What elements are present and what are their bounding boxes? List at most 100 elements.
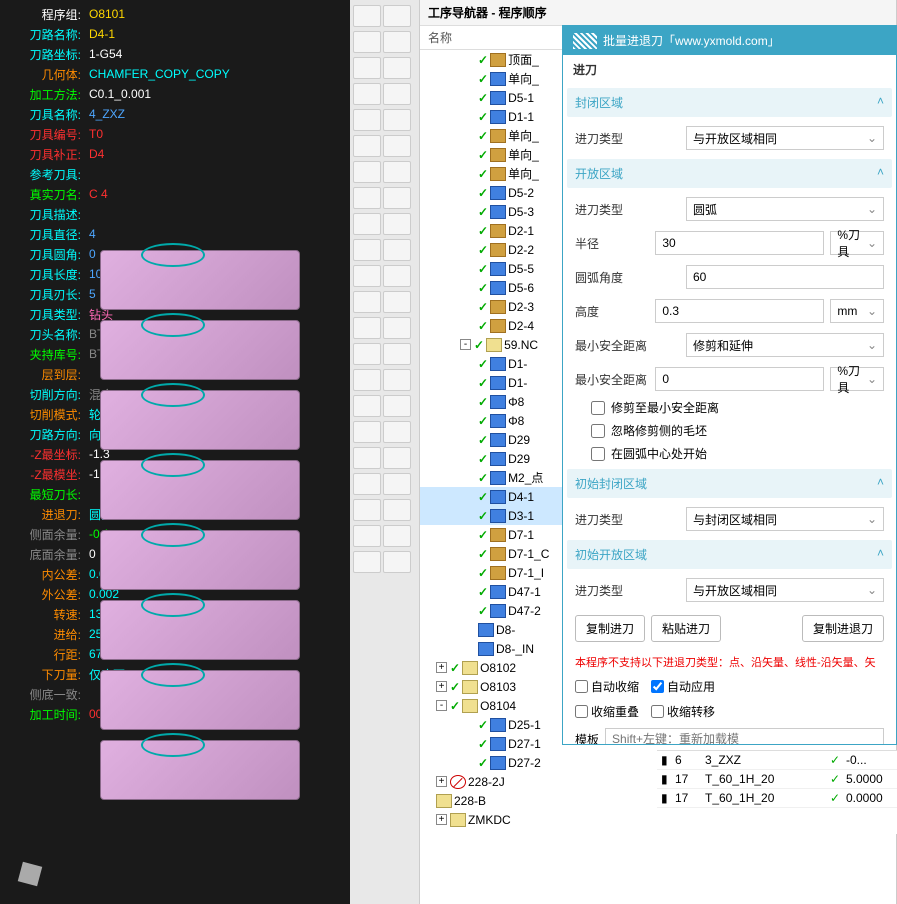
radius-input[interactable] xyxy=(655,231,824,255)
tool-button[interactable] xyxy=(383,213,411,235)
tool-button[interactable] xyxy=(353,187,381,209)
tool-button[interactable] xyxy=(353,525,381,547)
expand-icon[interactable]: + xyxy=(436,814,447,825)
check-icon: ✓ xyxy=(478,452,488,466)
init-open-select[interactable]: 与开放区域相同 xyxy=(686,578,884,602)
tool-button[interactable] xyxy=(383,447,411,469)
tool-button[interactable] xyxy=(383,369,411,391)
detail-row[interactable]: ▮63_ZXZ✓-0... xyxy=(657,751,897,770)
arc-angle-input[interactable] xyxy=(686,265,884,289)
detail-row[interactable]: ▮17T_60_1H_20✓5.0000 xyxy=(657,770,897,789)
tool-button[interactable] xyxy=(353,83,381,105)
expand-icon[interactable]: + xyxy=(436,662,447,673)
tool-button[interactable] xyxy=(353,109,381,131)
tool-button[interactable] xyxy=(383,525,411,547)
tool-button[interactable] xyxy=(383,31,411,53)
info-value: T0 xyxy=(89,127,103,141)
template-input[interactable] xyxy=(605,728,884,744)
tool-button[interactable] xyxy=(383,421,411,443)
tool-button[interactable] xyxy=(353,317,381,339)
copy-engage-button[interactable]: 复制进刀 xyxy=(575,615,645,642)
tool-button[interactable] xyxy=(383,317,411,339)
item-icon xyxy=(436,794,452,808)
check-icon: ✓ xyxy=(478,756,488,770)
tool-button[interactable] xyxy=(383,135,411,157)
init-closed-select[interactable]: 与封闭区域相同 xyxy=(686,507,884,531)
tool-button[interactable] xyxy=(353,473,381,495)
tool-button[interactable] xyxy=(383,5,411,27)
tree-item-label: D5-3 xyxy=(508,205,534,219)
tool-button[interactable] xyxy=(383,473,411,495)
expand-icon[interactable]: + xyxy=(436,681,447,692)
tool-button[interactable] xyxy=(383,551,411,573)
tool-button[interactable] xyxy=(353,291,381,313)
tree-item-label: D29 xyxy=(508,433,530,447)
expand-icon[interactable]: - xyxy=(460,339,471,350)
tool-button[interactable] xyxy=(353,213,381,235)
tree-item-label: 顶面_ xyxy=(508,51,539,68)
tool-button[interactable] xyxy=(353,135,381,157)
tool-button[interactable] xyxy=(353,161,381,183)
tool-button[interactable] xyxy=(383,239,411,261)
start-at-arc-center-checkbox[interactable] xyxy=(591,447,605,461)
tool-button[interactable] xyxy=(353,369,381,391)
tree-item-label: 单向_ xyxy=(508,165,539,182)
expand-icon[interactable]: + xyxy=(436,776,447,787)
open-type-select[interactable]: 圆弧 xyxy=(686,197,884,221)
tool-button[interactable] xyxy=(353,343,381,365)
shrink-transfer-checkbox[interactable] xyxy=(651,705,664,718)
section-closed-region[interactable]: 封闭区域˄ xyxy=(567,88,892,117)
tool-button[interactable] xyxy=(383,395,411,417)
tool-button[interactable] xyxy=(383,343,411,365)
height-input[interactable] xyxy=(655,299,824,323)
height-unit-select[interactable]: mm xyxy=(830,299,884,323)
tool-button[interactable] xyxy=(353,239,381,261)
check-icon: ✓ xyxy=(478,243,488,257)
tab-engage[interactable]: 进刀 xyxy=(571,55,888,84)
tool-button[interactable] xyxy=(353,31,381,53)
copy-engage-retract-button[interactable]: 复制进退刀 xyxy=(802,615,884,642)
tree-item-label: D47-2 xyxy=(508,604,541,618)
detail-row[interactable]: ▮17T_60_1H_20✓0.0000 xyxy=(657,789,897,808)
trim-min-safe-checkbox[interactable] xyxy=(591,401,605,415)
radius-unit-select[interactable]: %刀具 xyxy=(830,231,884,255)
tool-button[interactable] xyxy=(353,5,381,27)
tool-button[interactable] xyxy=(353,395,381,417)
tool-button[interactable] xyxy=(353,551,381,573)
ignore-trim-blank-checkbox[interactable] xyxy=(591,424,605,438)
section-initial-closed[interactable]: 初始封闭区域˄ xyxy=(567,469,892,498)
auto-apply-checkbox[interactable] xyxy=(651,680,664,693)
tool-button[interactable] xyxy=(353,265,381,287)
axis-gizmo-icon[interactable] xyxy=(10,834,70,894)
item-icon xyxy=(490,319,506,333)
tool-button[interactable] xyxy=(353,447,381,469)
tool-button[interactable] xyxy=(383,265,411,287)
tree-item-label: D7-1_C xyxy=(508,547,549,561)
tool-button[interactable] xyxy=(383,161,411,183)
tool-button[interactable] xyxy=(383,187,411,209)
min-safe-dist-input[interactable] xyxy=(655,367,824,391)
tool-button[interactable] xyxy=(383,83,411,105)
check-icon: ✓ xyxy=(478,281,488,295)
tool-button[interactable] xyxy=(383,57,411,79)
tool-button[interactable] xyxy=(353,499,381,521)
tool-button[interactable] xyxy=(383,109,411,131)
paste-engage-button[interactable]: 粘贴进刀 xyxy=(651,615,721,642)
tool-button[interactable] xyxy=(383,499,411,521)
min-safe-unit-select[interactable]: %刀具 xyxy=(830,367,884,391)
expand-icon[interactable]: - xyxy=(436,700,447,711)
3d-viewport[interactable] xyxy=(100,250,350,890)
info-value: C0.1_0.001 xyxy=(89,87,151,101)
tool-button[interactable] xyxy=(353,57,381,79)
dialog-title-bar[interactable]: 批量进退刀「www.yxmold.com」 xyxy=(563,26,896,55)
section-open-region[interactable]: 开放区域˄ xyxy=(567,159,892,188)
min-safe-select[interactable]: 修剪和延伸 xyxy=(686,333,884,357)
section-initial-open[interactable]: 初始开放区域˄ xyxy=(567,540,892,569)
info-label: 刀路坐标: xyxy=(6,46,81,63)
closed-type-select[interactable]: 与开放区域相同 xyxy=(686,126,884,150)
tool-button[interactable] xyxy=(383,291,411,313)
tool-button[interactable] xyxy=(353,421,381,443)
check-icon: ✓ xyxy=(478,585,488,599)
shrink-overlap-checkbox[interactable] xyxy=(575,705,588,718)
auto-shrink-checkbox[interactable] xyxy=(575,680,588,693)
